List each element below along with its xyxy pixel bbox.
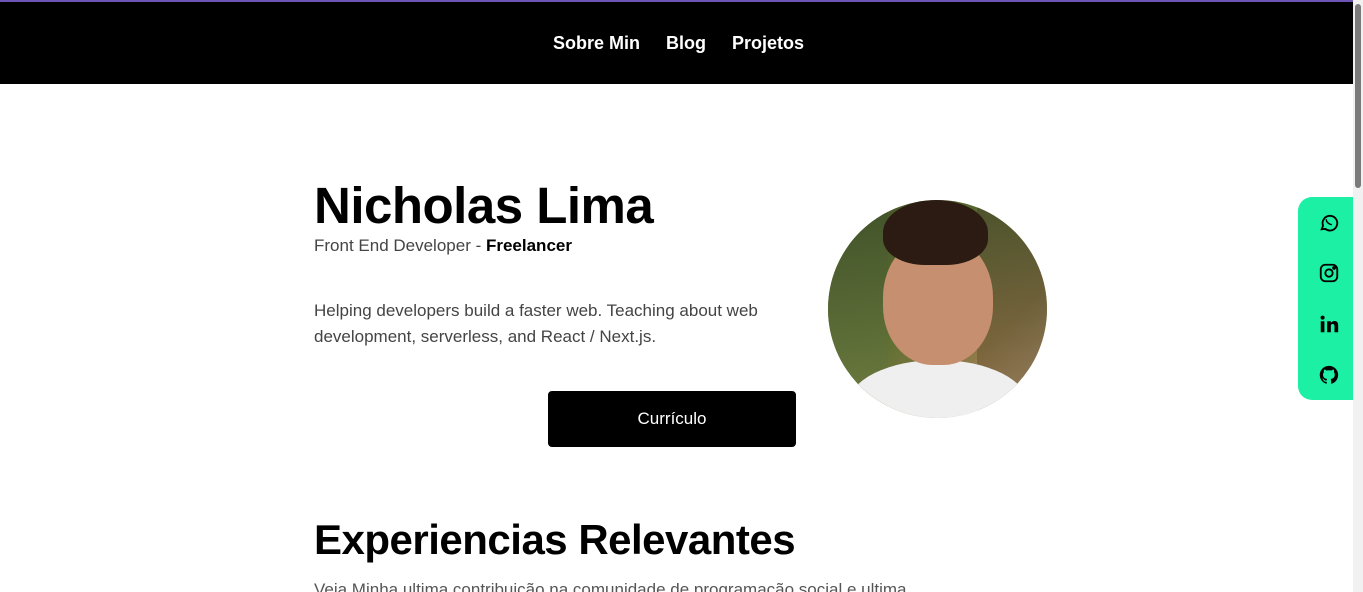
profile-description: Helping developers build a faster web. T… (314, 301, 758, 346)
role-highlight: Freelancer (485, 236, 572, 255)
experience-section-title: Experiencias Relevantes (314, 516, 796, 563)
profile-role: Front End Developer - Freelancer (314, 236, 572, 256)
linkedin-icon[interactable] (1318, 313, 1340, 335)
curriculo-button[interactable]: Currículo (548, 391, 796, 447)
github-icon[interactable] (1318, 364, 1340, 386)
whatsapp-icon[interactable] (1318, 211, 1340, 233)
scrollbar-thumb[interactable] (1355, 4, 1361, 188)
nav-link-blog[interactable]: Blog (666, 33, 706, 54)
nav-link-projetos[interactable]: Projetos (732, 33, 804, 54)
experience-section-text: Veja Minha ultima contribuição na comuni… (314, 580, 907, 592)
instagram-icon[interactable] (1318, 262, 1340, 284)
nav-link-sobre-min[interactable]: Sobre Min (553, 33, 640, 54)
social-links-panel (1298, 197, 1353, 400)
page-scrollbar[interactable] (1353, 0, 1363, 592)
profile-name: Nicholas Lima (314, 177, 654, 234)
role-prefix: Front End Developer - (314, 236, 486, 255)
avatar-hair (883, 200, 988, 265)
top-navbar: Sobre Min Blog Projetos (0, 2, 1353, 84)
profile-avatar (828, 200, 1047, 418)
